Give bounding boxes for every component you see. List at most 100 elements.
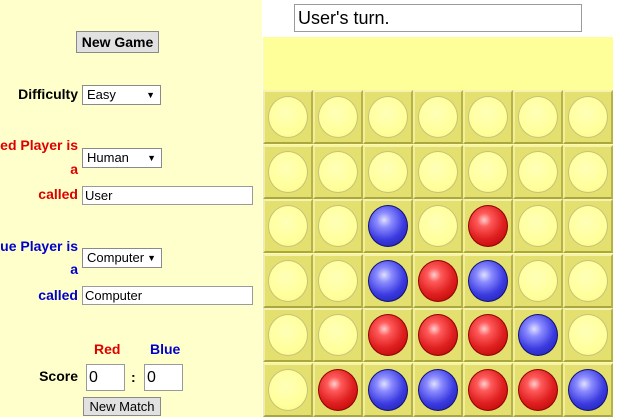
board-cell[interactable] <box>263 199 313 253</box>
board-cell[interactable] <box>513 199 563 253</box>
board-cell[interactable] <box>313 90 363 144</box>
empty-slot <box>418 205 458 247</box>
empty-slot <box>318 260 358 302</box>
difficulty-select[interactable]: Easy ▼ <box>82 85 161 105</box>
empty-slot <box>568 151 608 193</box>
empty-slot <box>468 96 508 138</box>
board-cell[interactable] <box>413 308 463 362</box>
blue-disc <box>368 369 408 411</box>
board-cell[interactable] <box>363 145 413 199</box>
empty-slot <box>268 151 308 193</box>
red-player-label-a: a <box>70 161 78 177</box>
blue-player-type-select[interactable]: Computer ▼ <box>82 248 162 268</box>
empty-slot <box>568 205 608 247</box>
red-player-type-value: Human <box>87 150 129 165</box>
board-cell[interactable] <box>463 199 513 253</box>
red-disc <box>368 314 408 356</box>
score-separator: : <box>131 369 136 385</box>
blue-player-label-a: a <box>70 261 78 277</box>
board-cell[interactable] <box>513 308 563 362</box>
empty-slot <box>518 260 558 302</box>
board-cell[interactable] <box>363 308 413 362</box>
red-called-label: called <box>38 186 78 202</box>
empty-slot <box>568 96 608 138</box>
blue-disc <box>418 369 458 411</box>
board-cell[interactable] <box>313 254 363 308</box>
empty-slot <box>568 314 608 356</box>
blue-disc <box>568 369 608 411</box>
board-cell[interactable] <box>413 199 463 253</box>
empty-slot <box>318 96 358 138</box>
empty-slot <box>518 205 558 247</box>
red-player-name-input[interactable]: User <box>82 186 253 205</box>
board-cell[interactable] <box>413 145 463 199</box>
board-cell[interactable] <box>463 90 513 144</box>
dropdown-arrow-icon: ▼ <box>147 153 156 163</box>
score-red-header: Red <box>94 341 121 357</box>
difficulty-label: Difficulty <box>18 86 78 102</box>
new-match-button[interactable]: New Match <box>83 397 161 416</box>
board-cell[interactable] <box>463 308 513 362</box>
board-cell[interactable] <box>513 90 563 144</box>
board-cell[interactable] <box>513 254 563 308</box>
board-cell[interactable] <box>463 145 513 199</box>
blue-disc <box>468 260 508 302</box>
new-game-button[interactable]: New Game <box>76 31 159 53</box>
red-score-field[interactable]: 0 <box>86 364 125 391</box>
board-cell[interactable] <box>313 145 363 199</box>
board-cell[interactable] <box>563 90 613 144</box>
board-cell[interactable] <box>263 145 313 199</box>
red-disc <box>418 260 458 302</box>
board-cell[interactable] <box>363 90 413 144</box>
board-cell[interactable] <box>263 254 313 308</box>
empty-slot <box>268 369 308 411</box>
score-label: Score <box>39 368 78 384</box>
board-cell[interactable] <box>413 363 463 417</box>
board-cell[interactable] <box>513 145 563 199</box>
board-cell[interactable] <box>563 254 613 308</box>
empty-slot <box>318 205 358 247</box>
blue-player-label: Blue Player is <box>0 238 78 254</box>
drop-zone[interactable] <box>263 37 613 90</box>
board-cell[interactable] <box>513 363 563 417</box>
red-disc <box>468 205 508 247</box>
board-cell[interactable] <box>413 90 463 144</box>
board-cell[interactable] <box>413 254 463 308</box>
board-cell[interactable] <box>563 199 613 253</box>
blue-score-field[interactable]: 0 <box>144 364 183 391</box>
empty-slot <box>318 314 358 356</box>
empty-slot <box>518 96 558 138</box>
board-cell[interactable] <box>363 199 413 253</box>
empty-slot <box>368 151 408 193</box>
board-cell[interactable] <box>563 308 613 362</box>
board-cell[interactable] <box>313 363 363 417</box>
board-cell[interactable] <box>363 363 413 417</box>
red-disc <box>468 314 508 356</box>
difficulty-value: Easy <box>87 87 116 102</box>
empty-slot <box>268 314 308 356</box>
blue-player-type-value: Computer <box>87 250 145 265</box>
board-cell[interactable] <box>363 254 413 308</box>
red-player-type-select[interactable]: Human ▼ <box>82 148 162 168</box>
red-player-label: Red Player is <box>0 137 78 153</box>
board-cell[interactable] <box>313 308 363 362</box>
dropdown-arrow-icon: ▼ <box>146 90 155 100</box>
empty-slot <box>268 96 308 138</box>
board-cell[interactable] <box>263 363 313 417</box>
board-cell[interactable] <box>263 90 313 144</box>
blue-player-name-input[interactable]: Computer <box>82 286 253 305</box>
board-cell[interactable] <box>463 254 513 308</box>
red-disc <box>418 314 458 356</box>
empty-slot <box>468 151 508 193</box>
empty-slot <box>518 151 558 193</box>
game-board[interactable] <box>263 90 613 417</box>
empty-slot <box>418 151 458 193</box>
board-cell[interactable] <box>313 199 363 253</box>
board-cell[interactable] <box>263 308 313 362</box>
board-cell[interactable] <box>463 363 513 417</box>
dropdown-arrow-icon: ▼ <box>147 253 156 263</box>
board-cell[interactable] <box>563 363 613 417</box>
board-cell[interactable] <box>563 145 613 199</box>
score-blue-header: Blue <box>150 341 181 357</box>
red-disc <box>518 369 558 411</box>
